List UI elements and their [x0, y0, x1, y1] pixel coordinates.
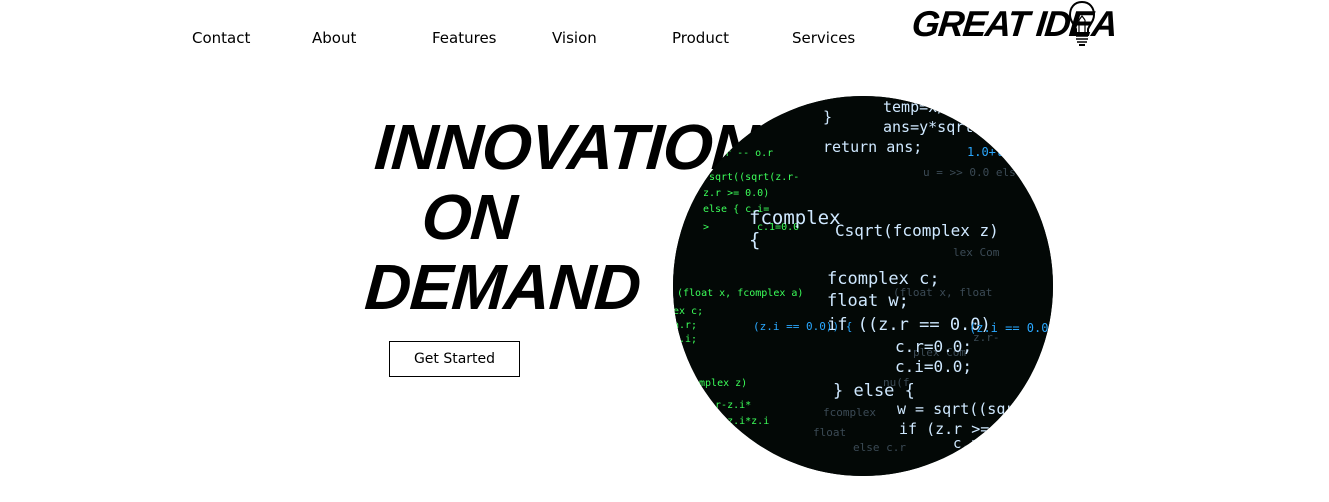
svg-text:a.r;: a.r; — [673, 320, 697, 331]
svg-text:1.0+temp*temp: 1.0+temp*temp — [967, 145, 1053, 159]
svg-text:else c.r: else c.r — [853, 441, 906, 454]
svg-text:>: > — [703, 222, 709, 233]
svg-text:omplex z): omplex z) — [693, 378, 747, 389]
svg-text:}: } — [823, 108, 832, 126]
svg-text:float: float — [813, 426, 846, 439]
svg-text:temp=x/y;: temp=x/y; — [883, 98, 964, 116]
svg-text:float w;: float w; — [827, 291, 909, 311]
svg-text:fcomplex: fcomplex — [823, 406, 876, 419]
svg-text:fcomplex: fcomplex — [749, 207, 841, 229]
svg-text:c.r=0.0;: c.r=0.0; — [895, 337, 972, 356]
svg-text:c.r: c.r — [953, 436, 978, 452]
lightbulb-icon — [1068, 0, 1096, 46]
svg-text:ex c;: ex c; — [673, 306, 703, 317]
svg-text:Csqrt(fcomplex z): Csqrt(fcomplex z) — [835, 221, 999, 240]
get-started-button[interactable]: Get Started — [389, 341, 520, 377]
svg-text:{: { — [749, 229, 760, 251]
svg-text:fcomplex c;: fcomplex c; — [827, 269, 940, 289]
svg-text:c.i=0.0;: c.i=0.0; — [895, 357, 972, 376]
svg-text:(z.i == 0.0)) {: (z.i == 0.0)) { — [753, 320, 852, 333]
nav-about[interactable]: About — [312, 28, 356, 48]
svg-text:(float x, fcomplex a): (float x, fcomplex a) — [677, 288, 803, 299]
nav-services[interactable]: Services — [792, 28, 855, 48]
svg-text:a.i;: a.i; — [673, 334, 697, 345]
svg-text:return ans;: return ans; — [823, 138, 922, 156]
hero-title-line-1: Innovation — [372, 111, 760, 183]
code-image-svg: u = >> 0.0 else lex Com (float x, float … — [673, 96, 1053, 476]
svg-text:lex Com: lex Com — [953, 246, 1000, 259]
nav-vision[interactable]: Vision — [552, 28, 597, 48]
svg-text:} else {: } else { — [833, 381, 915, 401]
code-image: u = >> 0.0 else lex Com (float x, float … — [673, 96, 1053, 476]
svg-text:w = sqrt((sqrt(z.r: w = sqrt((sqrt(z.r — [897, 400, 1053, 418]
svg-text:(z.i == 0.0)) {: (z.i == 0.0)) { — [969, 321, 1053, 335]
svg-text:sqrt((sqrt(z.r-: sqrt((sqrt(z.r- — [709, 172, 799, 183]
svg-text:z.r-z.i*: z.r-z.i* — [703, 400, 751, 411]
svg-text:u = >> 0.0 else: u = >> 0.0 else — [923, 166, 1022, 179]
nav-contact[interactable]: Contact — [192, 28, 250, 48]
svg-text:z.r*z.i*z.i: z.r*z.i*z.i — [703, 416, 769, 427]
top-nav: Contact About Features Vision Product Se… — [0, 0, 1329, 60]
logo[interactable]: GREAT IDEA — [910, 0, 1119, 48]
nav-product[interactable]: Product — [672, 28, 729, 48]
nav-features[interactable]: Features — [432, 28, 497, 48]
svg-text:ans=y*sqrt(1.0+: ans=y*sqrt(1.0+ — [883, 118, 1018, 136]
svg-text:z.r >= 0.0): z.r >= 0.0) — [703, 188, 769, 199]
